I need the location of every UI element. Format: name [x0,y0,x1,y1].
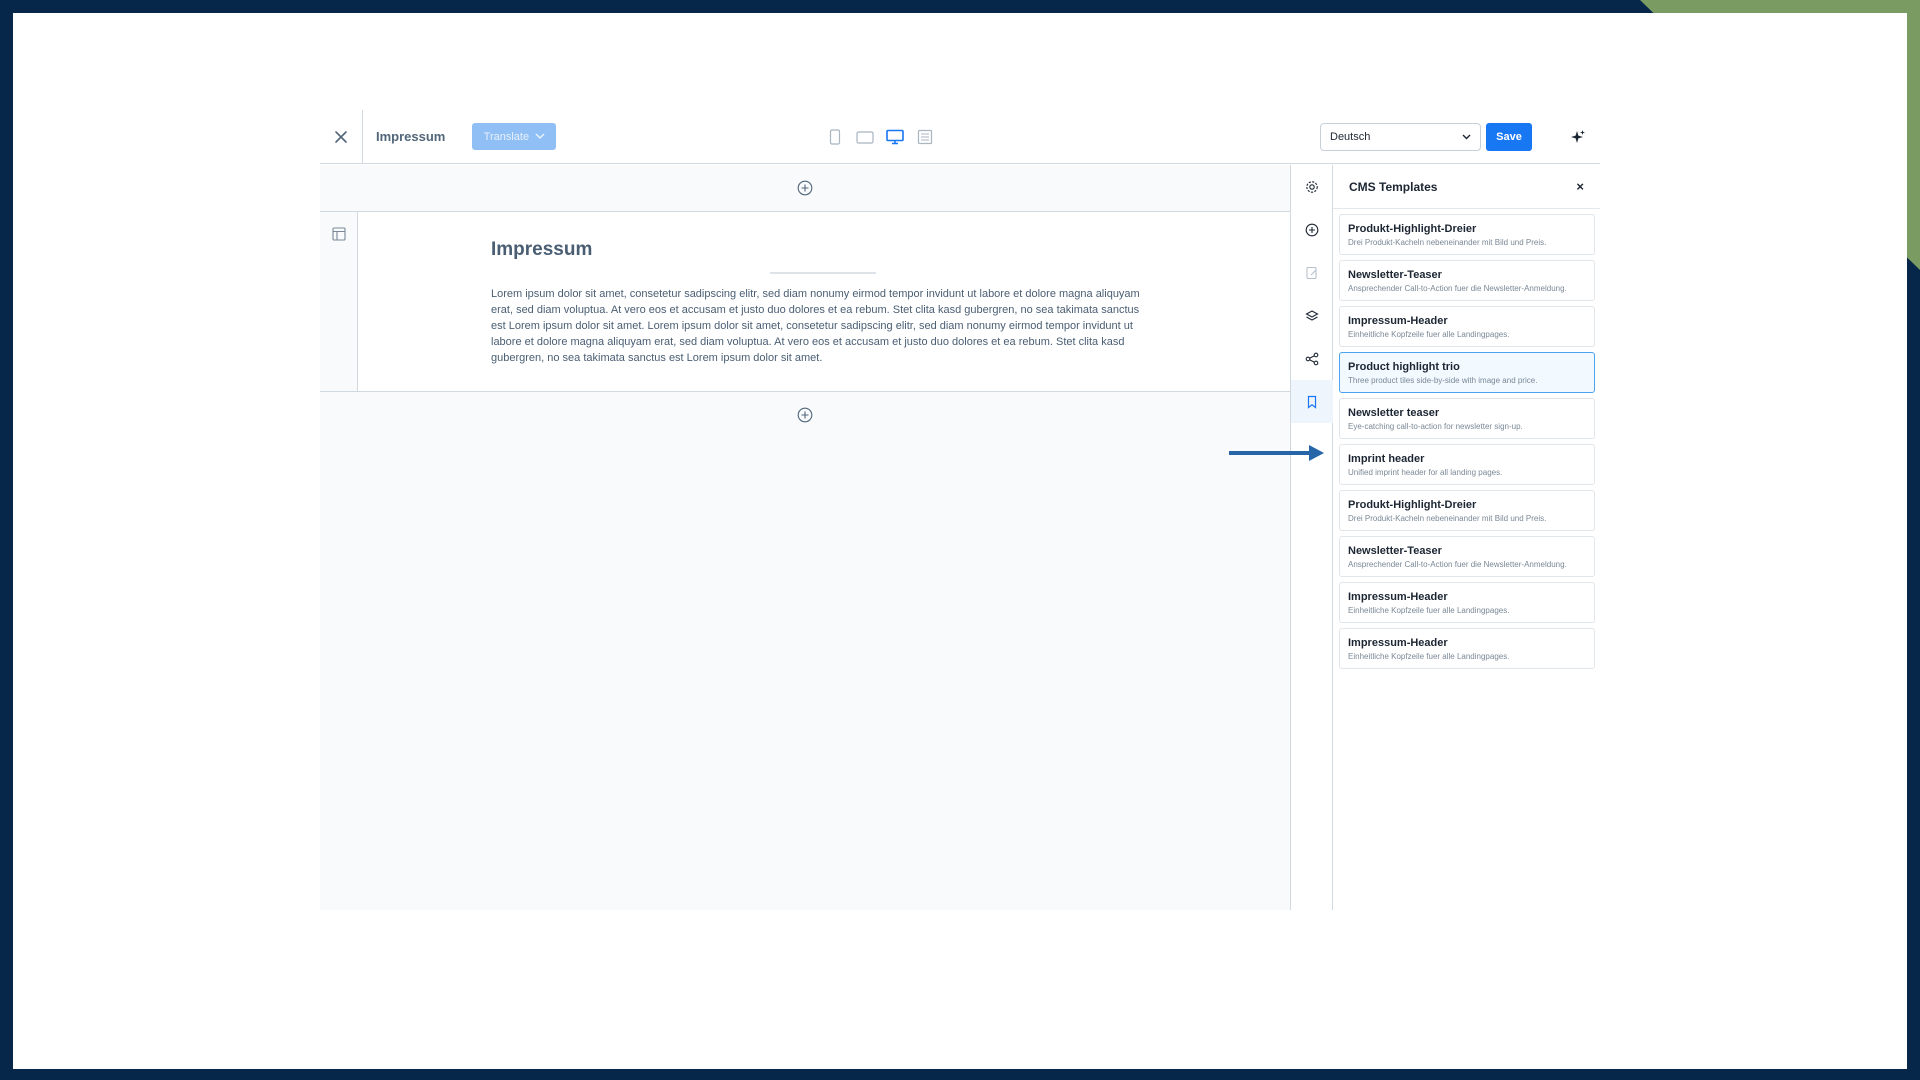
template-description: Eye-catching call-to-action for newslett… [1348,422,1523,431]
content-section[interactable]: Impressum Lorem ipsum dolor sit amet, co… [320,211,1290,392]
share-button[interactable] [1291,337,1333,380]
template-description: Three product tiles side-by-side with im… [1348,376,1538,385]
desktop-icon [886,129,904,145]
device-switch [825,125,935,149]
edit-button[interactable] [1291,251,1333,294]
language-value: Deutsch [1330,131,1371,143]
templates-panel: CMS Templates × Produkt-Highlight-Dreier… [1333,165,1600,910]
list-view-icon [917,129,933,145]
annotation-arrow [1229,445,1324,461]
page-title: Impressum [376,129,446,144]
add-section-top [320,165,1290,211]
app-window: Impressum Translate Deutsch Save Impress… [320,109,1600,910]
chevron-down-icon [1462,134,1471,140]
layers-icon [1305,309,1319,321]
template-name: Produkt-Highlight-Dreier [1348,223,1477,235]
template-item[interactable]: Newsletter-Teaser Ansprechender Call-to-A… [1339,260,1595,301]
layout-icon[interactable] [331,227,346,241]
close-button[interactable] [320,109,363,164]
template-name: Newsletter-Teaser [1348,269,1442,281]
template-description: Ansprechender Call-to-Action fuer die Ne… [1348,284,1567,293]
tablet-icon [856,131,874,144]
section-sidebar [320,212,358,391]
template-description: Einheitliche Kopfzeile fuer alle Landing… [1348,652,1510,661]
template-name: Newsletter-Teaser [1348,545,1442,557]
add-section-bottom [320,392,1290,438]
template-description: Einheitliche Kopfzeile fuer alle Landing… [1348,606,1510,615]
mobile-icon [829,129,841,145]
translate-label: Translate [483,130,530,143]
template-list: Produkt-Highlight-Dreier Drei Produkt-Kac… [1333,209,1600,669]
desktop-view-button[interactable] [885,125,905,149]
template-item[interactable]: Product highlight trio Three product tile… [1339,352,1595,393]
list-view-button[interactable] [915,125,935,149]
plus-circle-icon [797,407,813,423]
share-icon [1305,352,1319,365]
panel-close-button[interactable]: × [1576,179,1584,194]
settings-icon [1306,180,1318,193]
template-name: Impressum-Header [1348,637,1448,649]
content-divider [770,272,876,274]
template-description: Einheitliche Kopfzeile fuer alle Landing… [1348,330,1510,339]
template-item[interactable]: Impressum-Header Einheitliche Kopfzeile f… [1339,582,1595,623]
template-item[interactable]: Newsletter teaser Eye-catching call-to-ac… [1339,398,1595,439]
add-section-button[interactable] [796,179,814,197]
top-bar: Impressum Translate Deutsch Save [320,109,1600,164]
chevron-down-icon [535,133,545,140]
template-item[interactable]: Newsletter-Teaser Ansprechender Call-to-A… [1339,536,1595,577]
template-name: Product highlight trio [1348,361,1460,373]
ai-sparkle-icon [1571,130,1585,143]
bookmark-icon [1307,395,1317,409]
template-name: Impressum-Header [1348,315,1448,327]
language-select[interactable]: Deutsch [1320,123,1481,151]
tablet-view-button[interactable] [855,125,875,149]
save-button[interactable]: Save [1486,123,1532,151]
panel-header: CMS Templates × [1333,165,1600,209]
settings-button[interactable] [1291,165,1333,208]
add-block-button[interactable] [1291,208,1333,251]
template-description: Drei Produkt-Kacheln nebeneinander mit B… [1348,238,1547,247]
template-description: Drei Produkt-Kacheln nebeneinander mit B… [1348,514,1547,523]
template-item[interactable]: Impressum-Header Einheitliche Kopfzeile f… [1339,628,1595,669]
template-name: Imprint header [1348,453,1425,465]
add-section-button[interactable] [796,406,814,424]
template-description: Ansprechender Call-to-Action fuer die Ne… [1348,560,1567,569]
translate-button[interactable]: Translate [472,123,557,150]
content-body-text[interactable]: Lorem ipsum dolor sit amet, consetetur s… [491,286,1156,366]
templates-button[interactable] [1291,380,1333,423]
plus-circle-icon [1305,223,1319,236]
sidebar-icon-rail [1290,165,1333,910]
ai-assistant-button[interactable] [1567,126,1589,148]
template-item[interactable]: Imprint header Unified imprint header for… [1339,444,1595,485]
close-icon [335,130,347,143]
template-name: Newsletter teaser [1348,407,1440,419]
template-description: Unified imprint header for all landing p… [1348,468,1503,477]
template-item[interactable]: Produkt-Highlight-Dreier Drei Produkt-Kac… [1339,490,1595,531]
template-item[interactable]: Impressum-Header Einheitliche Kopfzeile f… [1339,306,1595,347]
template-item[interactable]: Produkt-Highlight-Dreier Drei Produkt-Kac… [1339,214,1595,255]
edit-icon [1306,266,1317,279]
layers-button[interactable] [1291,294,1333,337]
content-heading[interactable]: Impressum [491,239,592,261]
editor-canvas: Impressum Lorem ipsum dolor sit amet, co… [320,165,1290,910]
mobile-view-button[interactable] [825,125,845,149]
template-name: Impressum-Header [1348,591,1448,603]
panel-title: CMS Templates [1349,179,1438,194]
template-name: Produkt-Highlight-Dreier [1348,499,1477,511]
plus-circle-icon [797,180,813,196]
